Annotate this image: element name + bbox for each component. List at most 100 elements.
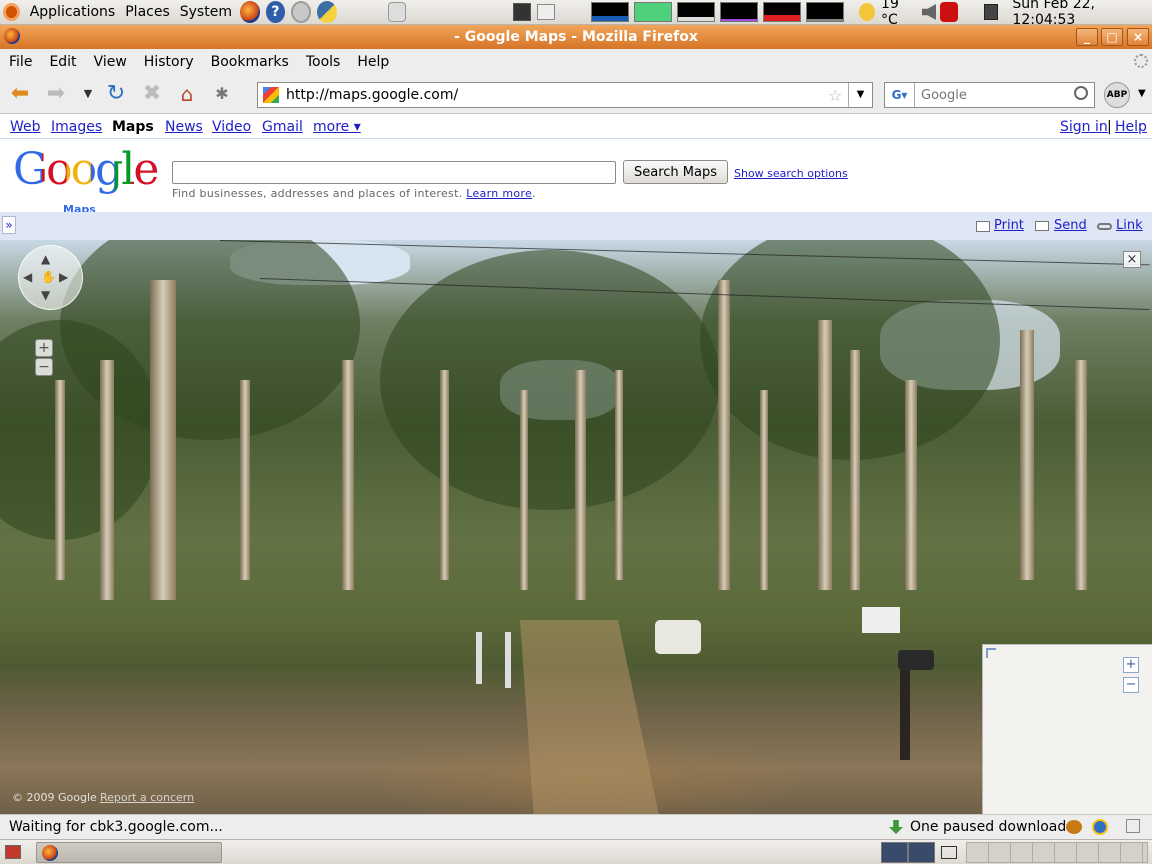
adblock-dropdown-icon[interactable]: ▼ [1138, 88, 1146, 99]
resize-grip-icon[interactable] [1126, 819, 1140, 833]
workspace-grid[interactable] [966, 842, 1148, 863]
google-maps-logo[interactable]: Google Maps [13, 148, 159, 217]
bottom-panel [0, 839, 1152, 864]
ubuntu-logo-icon[interactable] [3, 3, 20, 21]
tree-trunk [55, 380, 65, 580]
menu-edit[interactable]: Edit [40, 54, 84, 70]
addon-icon[interactable]: ✱ [210, 83, 234, 105]
gbar-gmail-link[interactable]: Gmail [262, 119, 303, 135]
throbber-icon [1134, 54, 1148, 68]
print-link[interactable]: Print [994, 218, 1024, 233]
menu-bookmarks[interactable]: Bookmarks [202, 54, 297, 70]
minimap-zoom-out-button[interactable]: − [1123, 677, 1139, 693]
tree-trunk [520, 390, 528, 590]
network-icon[interactable] [983, 4, 999, 20]
disk-icon[interactable] [291, 1, 312, 23]
url-dropdown-icon[interactable]: ▼ [848, 83, 872, 107]
home-icon[interactable]: ⌂ [175, 83, 199, 105]
menu-file[interactable]: File [0, 54, 40, 70]
street-view-panorama[interactable]: ▲ ◀ ✋ ▶ ▼ + − × © 2009 Google Report a c… [0, 240, 1152, 814]
gbar-separator: | [1107, 119, 1112, 135]
gbar-images-link[interactable]: Images [51, 119, 102, 135]
clock[interactable]: Sun Feb 22, 12:04:53 [1012, 0, 1146, 28]
magnifier-icon[interactable] [1074, 86, 1088, 100]
stop-icon[interactable]: ✖ [140, 83, 164, 105]
maximize-button[interactable]: □ [1101, 28, 1123, 46]
bookmark-star-icon[interactable]: ☆ [828, 86, 842, 105]
weather-temperature[interactable]: 19 °C [881, 0, 916, 28]
help-link[interactable]: Help [1115, 119, 1147, 135]
taskbar-firefox-window[interactable] [36, 842, 222, 863]
mail-icon[interactable] [536, 4, 555, 20]
menu-help[interactable]: Help [348, 54, 397, 70]
search-engine-icon[interactable]: G▾ [885, 83, 915, 107]
tree-trunk [342, 360, 354, 590]
search-bar[interactable]: G▾ [884, 82, 1095, 108]
weather-icon[interactable] [858, 3, 876, 21]
report-concern-link[interactable]: Report a concern [100, 791, 194, 804]
tree-trunk [150, 280, 176, 600]
status-bar: Waiting for cbk3.google.com... One pause… [0, 814, 1152, 839]
close-button[interactable]: × [1127, 28, 1149, 46]
url-bar[interactable]: http://maps.google.com/ ☆ ▼ [257, 82, 873, 108]
load-monitor [762, 2, 801, 22]
zoom-in-button[interactable]: + [35, 339, 53, 357]
forward-icon[interactable]: ➡ [44, 83, 68, 105]
terminal-icon[interactable] [512, 3, 531, 21]
gbar-video-link[interactable]: Video [212, 119, 251, 135]
pan-up-icon[interactable]: ▲ [41, 252, 50, 266]
learn-more-link[interactable]: Learn more [466, 187, 532, 200]
download-icon[interactable] [889, 820, 903, 834]
back-icon[interactable]: ⬅ [8, 83, 32, 105]
volume-icon[interactable] [921, 4, 937, 20]
system-monitor[interactable] [590, 2, 849, 22]
pan-right-icon[interactable]: ▶ [59, 270, 68, 284]
minimize-button[interactable]: _ [1076, 28, 1098, 46]
window-titlebar[interactable]: - Google Maps - Mozilla Firefox _ □ × [0, 25, 1152, 49]
show-desktop-icon[interactable] [5, 845, 21, 859]
firefox-icon[interactable] [239, 1, 260, 23]
zoom-out-button[interactable]: − [35, 358, 53, 376]
workspace-2[interactable] [908, 842, 935, 863]
send-link[interactable]: Send [1054, 218, 1087, 233]
workspace-1[interactable] [881, 842, 908, 863]
history-dropdown-icon[interactable]: ▼ [76, 83, 100, 105]
firebug-icon[interactable] [1066, 820, 1082, 834]
places-menu[interactable]: Places [120, 0, 175, 25]
system-menu[interactable]: System [175, 0, 237, 25]
search-input[interactable] [921, 87, 1071, 103]
gbar-more-link[interactable]: more ▾ [313, 119, 361, 135]
help-icon[interactable]: ? [265, 1, 286, 23]
sign-in-link[interactable]: Sign in [1060, 119, 1108, 135]
reload-icon[interactable]: ↻ [104, 83, 128, 105]
minimap-collapse-icon[interactable] [986, 648, 996, 658]
mini-map[interactable]: + − [982, 644, 1152, 814]
lamp-icon[interactable] [387, 2, 406, 22]
show-search-options-link[interactable]: Show search options [734, 167, 848, 180]
menu-history[interactable]: History [135, 54, 202, 70]
link-link[interactable]: Link [1116, 218, 1143, 233]
python-icon[interactable] [317, 1, 337, 23]
minimap-zoom-in-button[interactable]: + [1123, 657, 1139, 673]
street-view-navigation-control[interactable]: ▲ ◀ ✋ ▶ ▼ [18, 245, 83, 310]
download-status[interactable]: One paused download [910, 819, 1066, 835]
menu-tools[interactable]: Tools [297, 54, 349, 70]
pan-left-icon[interactable]: ◀ [23, 270, 32, 284]
maps-search-input[interactable] [172, 161, 616, 184]
toggle-panel-icon[interactable]: » [2, 216, 16, 234]
adblock-icon[interactable]: ABP [1104, 82, 1130, 108]
gbar-web-link[interactable]: Web [10, 119, 41, 135]
gbar-maps-current: Maps [112, 119, 154, 135]
gbar-news-link[interactable]: News [165, 119, 203, 135]
url-text[interactable]: http://maps.google.com/ [286, 87, 458, 103]
trash-icon[interactable] [941, 846, 957, 859]
menu-view[interactable]: View [85, 54, 135, 70]
extension-icon[interactable] [1092, 819, 1108, 835]
pan-down-icon[interactable]: ▼ [41, 288, 50, 302]
power-icon[interactable] [940, 2, 958, 22]
hand-icon[interactable]: ✋ [41, 270, 56, 284]
search-maps-button[interactable]: Search Maps [623, 160, 728, 184]
applications-menu[interactable]: Applications [25, 0, 121, 25]
workspace-switcher[interactable] [881, 842, 935, 863]
close-street-view-button[interactable]: × [1123, 251, 1141, 268]
